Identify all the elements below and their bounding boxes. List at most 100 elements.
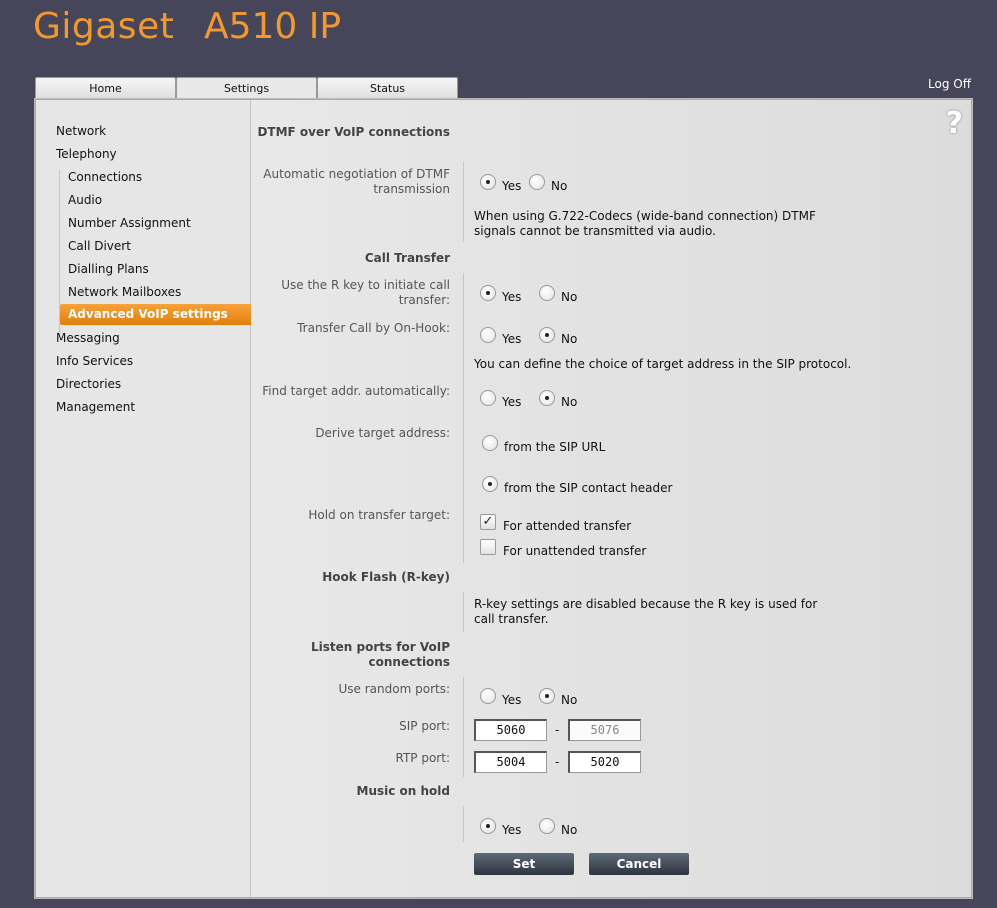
option-random-yes[interactable]: Yes (480, 688, 522, 708)
note-dtmf: When using G.722-Codecs (wide-band conne… (474, 209, 816, 238)
option-derive-contact[interactable]: from the SIP contact header (482, 476, 673, 496)
section-music-on-hold: Music on hold (356, 784, 451, 798)
option-label: Yes (502, 332, 522, 346)
model-name: A510 IP (204, 6, 342, 47)
option-find-yes[interactable]: Yes (480, 390, 521, 410)
option-random-no[interactable]: No (539, 688, 578, 708)
section-dtmf: DTMF over VoIP connections (257, 125, 450, 139)
divider (463, 592, 464, 632)
radio-onhook-yes[interactable] (480, 327, 496, 343)
radio-rkey-yes[interactable] (480, 285, 496, 301)
option-rkey-no[interactable]: No (539, 285, 578, 305)
option-label: No (561, 823, 578, 837)
radio-derive-contact[interactable] (482, 476, 498, 492)
cancel-button[interactable]: Cancel (589, 853, 689, 875)
option-hold-attended[interactable]: ✓ For attended transfer (480, 514, 632, 534)
radio-moh-yes[interactable] (480, 818, 496, 834)
option-label: No (561, 290, 578, 304)
divider (463, 273, 464, 563)
tab-status[interactable]: Status (317, 77, 458, 99)
radio-find-yes[interactable] (480, 390, 496, 406)
sidebar-subitem-call-divert[interactable]: Call Divert (68, 239, 131, 253)
radio-random-no[interactable] (539, 688, 555, 704)
radio-moh-no[interactable] (539, 818, 555, 834)
option-label: Yes (502, 179, 522, 193)
option-label: from the SIP contact header (504, 481, 673, 495)
sidebar-subitem-dialling-plans[interactable]: Dialling Plans (68, 262, 149, 276)
sidebar-item-network[interactable]: Network (56, 124, 106, 138)
content-area: ? DTMF over VoIP connections Automatic n… (251, 100, 971, 897)
range-dash: - (555, 723, 560, 737)
sidebar-subitem-number-assignment[interactable]: Number Assignment (68, 216, 191, 230)
sidebar-subitem-advanced-voip[interactable]: Advanced VoIP settings (60, 304, 256, 325)
label-random-ports: Use random ports: (338, 682, 450, 696)
label-rtp-port: RTP port: (395, 751, 451, 765)
tab-home[interactable]: Home (35, 77, 176, 99)
sidebar-item-telephony[interactable]: Telephony (56, 147, 117, 161)
sidebar-item-messaging[interactable]: Messaging (56, 331, 120, 345)
sidebar-item-directories[interactable]: Directories (56, 377, 121, 391)
checkbox-attended[interactable]: ✓ (480, 514, 496, 530)
sidebar-subitem-connections[interactable]: Connections (68, 170, 142, 184)
rtp-port-from-input[interactable]: 5004 (474, 751, 547, 773)
section-listen-ports: Listen ports for VoIP connections (310, 640, 450, 669)
radio-dtmf-yes[interactable] (480, 174, 496, 190)
sip-port-to-input[interactable]: 5076 (568, 719, 641, 741)
option-dtmf-yes[interactable]: Yes (480, 174, 522, 194)
range-dash: - (555, 755, 560, 769)
option-dtmf-no[interactable]: No (529, 174, 568, 194)
tab-settings[interactable]: Settings (176, 77, 317, 101)
option-derive-url[interactable]: from the SIP URL (482, 435, 606, 455)
radio-derive-url[interactable] (482, 435, 498, 451)
option-label: For unattended transfer (503, 544, 647, 558)
sidebar-subitem-audio[interactable]: Audio (68, 193, 102, 207)
label-sip-port: SIP port: (399, 719, 450, 733)
label-auto-negotiation: Automatic negotiation of DTMF transmissi… (263, 167, 450, 196)
label-onhook: Transfer Call by On-Hook: (297, 321, 450, 335)
logoff-link[interactable]: Log Off (928, 77, 971, 91)
option-label: No (551, 179, 568, 193)
divider (463, 162, 464, 242)
option-label: Yes (502, 693, 522, 707)
option-label: Yes (502, 823, 522, 837)
divider (463, 677, 464, 777)
option-onhook-no[interactable]: No (539, 327, 578, 347)
label-rkey: Use the R key to initiate call transfer: (281, 278, 450, 307)
option-hold-unattended[interactable]: For unattended transfer (480, 539, 647, 559)
sidebar: Network Telephony Connections Audio Numb… (36, 100, 256, 897)
sidebar-item-info-services[interactable]: Info Services (56, 354, 133, 368)
sidebar-subitem-network-mailboxes[interactable]: Network Mailboxes (68, 285, 181, 299)
option-find-no[interactable]: No (539, 390, 578, 410)
option-label: No (561, 332, 578, 346)
option-label: No (561, 395, 578, 409)
label-hold-target: Hold on transfer target: (308, 508, 450, 522)
label-derive-target: Derive target address: (315, 426, 450, 440)
rtp-port-to-input[interactable]: 5020 (568, 751, 641, 773)
option-moh-yes[interactable]: Yes (480, 818, 522, 838)
option-label: No (561, 693, 578, 707)
help-icon[interactable]: ? (946, 106, 963, 141)
option-label: from the SIP URL (504, 440, 606, 454)
main-panel: Network Telephony Connections Audio Numb… (35, 99, 972, 898)
radio-random-yes[interactable] (480, 688, 496, 704)
sidebar-item-management[interactable]: Management (56, 400, 135, 414)
radio-onhook-no[interactable] (539, 327, 555, 343)
set-button[interactable]: Set (474, 853, 574, 875)
option-label: Yes (502, 290, 522, 304)
radio-dtmf-no[interactable] (529, 174, 545, 190)
section-hook-flash: Hook Flash (R-key) (322, 570, 450, 584)
brand-logo: Gigaset (33, 6, 175, 47)
option-rkey-yes[interactable]: Yes (480, 285, 522, 305)
radio-rkey-no[interactable] (539, 285, 555, 301)
divider (463, 806, 464, 842)
section-call-transfer: Call Transfer (364, 251, 450, 265)
note-transfer: You can define the choice of target addr… (474, 357, 852, 371)
radio-find-no[interactable] (539, 390, 555, 406)
option-onhook-yes[interactable]: Yes (480, 327, 522, 347)
option-moh-no[interactable]: No (539, 818, 578, 838)
note-hook-flash: R-key settings are disabled because the … (474, 597, 818, 626)
label-find-target: Find target addr. automatically: (262, 384, 450, 398)
checkbox-unattended[interactable] (480, 539, 496, 555)
sip-port-from-input[interactable]: 5060 (474, 719, 547, 741)
option-label: For attended transfer (503, 519, 632, 533)
